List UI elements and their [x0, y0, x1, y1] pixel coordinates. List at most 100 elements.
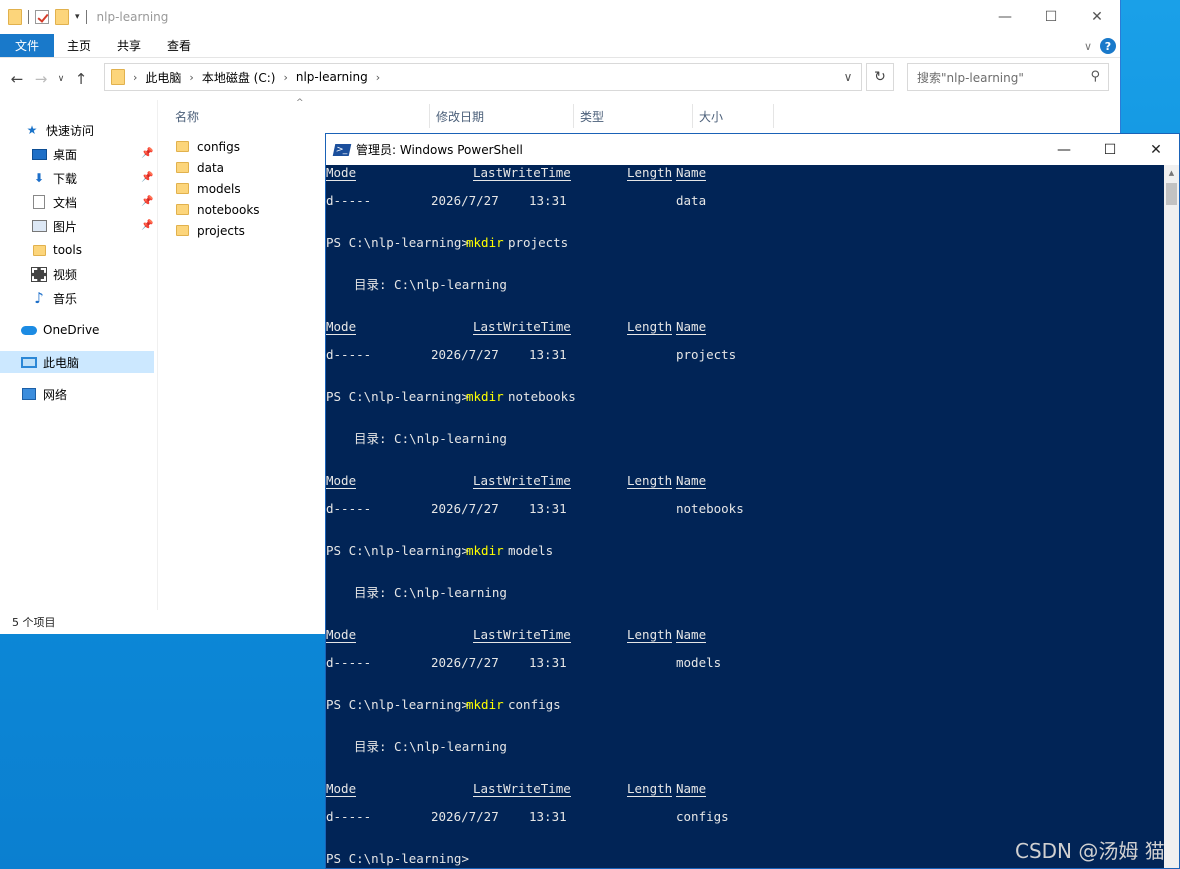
tab-view[interactable]: 查看: [154, 34, 204, 57]
column-header-name[interactable]: 名称: [169, 104, 430, 128]
minimize-button[interactable]: —: [982, 0, 1028, 34]
column-header-type[interactable]: 类型: [574, 104, 693, 128]
col-header-length: Length: [627, 627, 673, 643]
console-prompt: PS C:\nlp-learning>: [326, 697, 477, 712]
scroll-up-icon[interactable]: ▲: [1164, 165, 1179, 181]
vertical-scrollbar[interactable]: ▲: [1164, 165, 1179, 868]
col-header-name: Name: [676, 627, 707, 643]
nav-desktop[interactable]: 桌面: [31, 143, 77, 165]
search-icon[interactable]: ⚲: [1090, 69, 1100, 84]
console-output[interactable]: Mode LastWriteTime Length Name d----- 2026/7/…: [326, 165, 1166, 868]
help-icon[interactable]: ?: [1100, 38, 1116, 54]
powershell-icon: >_: [332, 143, 352, 156]
tab-home[interactable]: 主页: [54, 34, 104, 57]
close-button[interactable]: ✕: [1133, 134, 1179, 165]
file-row-models[interactable]: models: [176, 178, 241, 199]
row-mode: d-----: [326, 501, 372, 516]
chevron-down-icon[interactable]: ∨: [835, 64, 861, 90]
pin-icon[interactable]: 📌: [141, 220, 153, 231]
file-row-projects[interactable]: projects: [176, 220, 245, 241]
console-directory-label: 目录: C:\nlp-learning: [354, 277, 507, 292]
nav-this-pc[interactable]: 此电脑: [0, 351, 154, 373]
scrollbar-thumb[interactable]: [1166, 183, 1177, 205]
address-bar[interactable]: › 此电脑 › 本地磁盘 (C:) › nlp-learning › ∨: [104, 63, 862, 91]
forward-arrow-icon[interactable]: →: [30, 70, 52, 88]
row-name: data: [676, 193, 707, 208]
tab-share[interactable]: 共享: [104, 34, 154, 57]
console-argument: models: [508, 543, 554, 558]
console-prompt: PS C:\nlp-learning>: [326, 851, 477, 866]
nav-music[interactable]: ♪ 音乐: [31, 287, 77, 309]
nav-tools[interactable]: tools: [31, 239, 82, 261]
nav-downloads[interactable]: ⬇ 下载: [31, 167, 77, 189]
tab-file[interactable]: 文件: [0, 34, 54, 57]
row-name: projects: [676, 347, 737, 362]
col-header-length: Length: [627, 319, 673, 335]
search-input[interactable]: 搜索"nlp-learning" ⚲: [907, 63, 1109, 91]
console-command: mkdir: [466, 389, 504, 404]
col-header-lastwritetime: LastWriteTime: [473, 781, 571, 797]
new-folder-icon[interactable]: [55, 9, 69, 25]
video-icon: [31, 266, 47, 282]
up-arrow-icon[interactable]: ↑: [70, 70, 92, 88]
file-row-configs[interactable]: configs: [176, 136, 240, 157]
pane-splitter[interactable]: [157, 100, 158, 610]
minimize-button[interactable]: —: [1041, 134, 1087, 165]
refresh-button[interactable]: ↻: [866, 63, 894, 91]
chevron-right-icon[interactable]: ›: [283, 71, 287, 84]
col-header-lastwritetime: LastWriteTime: [473, 319, 571, 335]
close-button[interactable]: ✕: [1074, 0, 1120, 34]
pin-icon[interactable]: 📌: [141, 172, 153, 183]
maximize-button[interactable]: ☐: [1028, 0, 1074, 34]
nav-onedrive[interactable]: OneDrive: [21, 319, 99, 341]
customize-toolbar-icon[interactable]: ▾: [75, 12, 80, 22]
col-header-length: Length: [627, 473, 673, 489]
col-header-name: Name: [676, 473, 707, 489]
nav-network[interactable]: 网络: [21, 383, 67, 405]
column-header-date[interactable]: 修改日期: [430, 104, 574, 128]
col-header-mode: Mode: [326, 627, 357, 643]
row-mode: d-----: [326, 655, 372, 670]
back-arrow-icon[interactable]: ←: [6, 70, 28, 88]
file-name: models: [197, 181, 241, 196]
file-name: configs: [197, 139, 240, 154]
row-name: notebooks: [676, 501, 744, 516]
properties-icon[interactable]: [35, 10, 49, 24]
nav-label: tools: [53, 243, 82, 257]
nav-pictures[interactable]: 图片: [31, 215, 77, 237]
maximize-button[interactable]: ☐: [1087, 134, 1133, 165]
file-row-data[interactable]: data: [176, 157, 224, 178]
pin-icon[interactable]: 📌: [141, 148, 153, 159]
chevron-right-icon[interactable]: ›: [189, 71, 193, 84]
chevron-right-icon[interactable]: ›: [376, 71, 380, 84]
breadcrumb-nlp-learning[interactable]: nlp-learning: [296, 70, 368, 84]
folder-icon: [8, 9, 22, 25]
console-command: mkdir: [466, 235, 504, 250]
file-name: projects: [197, 223, 245, 238]
file-name: data: [197, 160, 225, 175]
row-date: 2026/7/27: [431, 193, 499, 208]
nav-documents[interactable]: 文档: [31, 191, 77, 213]
recent-locations-icon[interactable]: ∨: [54, 74, 68, 84]
nav-label: OneDrive: [43, 323, 100, 337]
nav-label: 快速访问: [46, 123, 95, 138]
explorer-titlebar: ▾ nlp-learning — ☐ ✕: [0, 0, 1120, 34]
breadcrumb-this-pc[interactable]: 此电脑: [145, 69, 181, 86]
row-date: 2026/7/27: [431, 655, 499, 670]
chevron-right-icon[interactable]: ›: [133, 71, 137, 84]
nav-label: 文档: [53, 195, 78, 210]
row-time: 13:31: [529, 655, 567, 670]
nav-quick-access[interactable]: ★ 快速访问: [24, 119, 94, 141]
pin-icon[interactable]: 📌: [141, 196, 153, 207]
powershell-titlebar: >_ 管理员: Windows PowerShell — ☐ ✕: [326, 134, 1179, 165]
expand-ribbon-icon[interactable]: ∨: [1084, 40, 1092, 53]
nav-videos[interactable]: 视频: [31, 263, 77, 285]
file-row-notebooks[interactable]: notebooks: [176, 199, 260, 220]
nav-label: 音乐: [53, 291, 78, 306]
breadcrumb-local-disk[interactable]: 本地磁盘 (C:): [202, 69, 276, 86]
column-header-size[interactable]: 大小: [693, 104, 774, 128]
console-directory-label: 目录: C:\nlp-learning: [354, 739, 507, 754]
navigation-pane: ★ 快速访问 桌面 📌 ⬇ 下载 📌 文档 📌 图片 📌 tools 视频 ♪ …: [0, 100, 157, 610]
console-prompt: PS C:\nlp-learning>: [326, 235, 477, 250]
computer-icon: [21, 356, 37, 368]
